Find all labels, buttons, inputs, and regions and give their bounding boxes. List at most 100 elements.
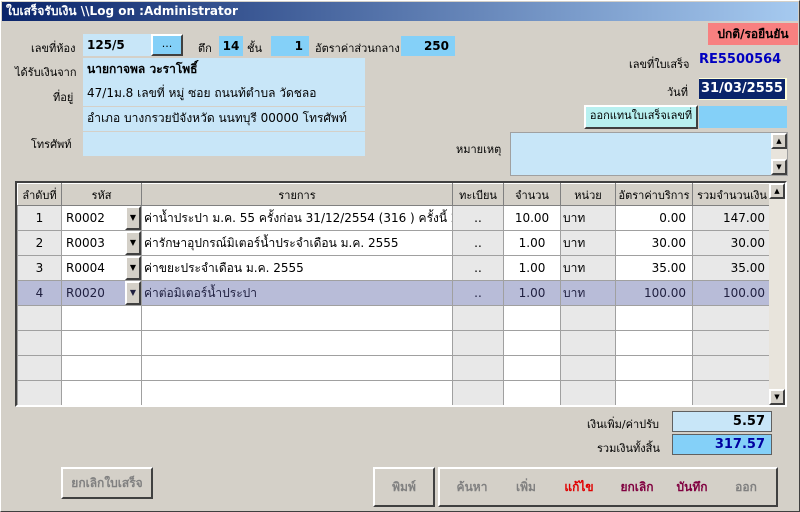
table-row-selected[interactable]: 4 R0020 ▼ ค่าต่อมิเตอร์น้ำประปา .. 1.00 บ… (17, 280, 772, 306)
phone-field[interactable] (83, 132, 365, 156)
remark-scrollbar[interactable]: ▲ ▼ (771, 133, 787, 175)
row-rate[interactable]: 0.00 (615, 205, 693, 231)
row-reg[interactable]: .. (452, 230, 504, 256)
address-label: ที่อยู่ (53, 91, 74, 104)
grid-header: ลำดับที่ รหัส รายการ ทะเบียน จำนวน หน่วย… (17, 183, 772, 206)
replace-receipt-button[interactable]: ออกแทนใบเสร็จเลขที่ (584, 105, 698, 129)
table-row-empty[interactable] (17, 355, 772, 381)
row-code-value: R0004 (66, 261, 105, 275)
cancel-receipt-button[interactable]: ยกเลิกใบเสร็จ (61, 467, 153, 499)
row-no: 3 (17, 255, 62, 281)
row-total: 147.00 (692, 205, 772, 231)
date-label: วันที่ (667, 86, 688, 99)
row-reg[interactable]: .. (452, 255, 504, 281)
grand-total-label: รวมเงินทั้งสิ้น (597, 442, 660, 455)
scroll-up-icon[interactable]: ▲ (769, 183, 785, 199)
row-desc[interactable]: ค่ารักษาอุปกรณ์มิเตอร์น้ำประจำเดือน ม.ค.… (141, 230, 453, 256)
col-desc[interactable]: รายการ (141, 183, 453, 206)
row-qty[interactable]: 1.00 (503, 230, 561, 256)
row-unit: บาท (560, 280, 616, 306)
address-line1-field[interactable]: 47/1ม.8 เลขที่ หมู่ ซอย ถนนท้ตำบล วัดชลอ (83, 82, 365, 106)
window-title: ใบเสร็จรับเงิน \\Log on :Administrator (2, 2, 798, 21)
table-row[interactable]: 1 R0002 ▼ ค่าน้ำประปา ม.ค. 55 ครั้งก่อน 3… (17, 205, 772, 231)
row-desc[interactable]: ค่าต่อมิเตอร์น้ำประปา (141, 280, 453, 306)
building-label: ตึก (198, 42, 212, 55)
dropdown-arrow-icon[interactable]: ▼ (125, 281, 141, 305)
received-from-field[interactable]: นายกาจพล วะราโพธิ์ (83, 58, 365, 82)
room-label: เลขที่ห้อง (31, 42, 76, 55)
grand-total-field: 317.57 (672, 434, 772, 455)
col-qty[interactable]: จำนวน (503, 183, 561, 206)
extra-label: เงินเพิ่ม/ค่าปรับ (587, 418, 660, 431)
received-from-label: ได้รับเงินจาก (15, 66, 77, 79)
col-unit[interactable]: หน่วย (560, 183, 616, 206)
row-rate[interactable]: 30.00 (615, 230, 693, 256)
row-desc[interactable]: ค่าน้ำประปา ม.ค. 55 ครั้งก่อน 31/12/2554… (141, 205, 453, 231)
row-no: 4 (17, 280, 62, 306)
floor-field[interactable]: 1 (271, 36, 309, 56)
items-grid: ลำดับที่ รหัส รายการ ทะเบียน จำนวน หน่วย… (15, 181, 787, 407)
extra-field[interactable]: 5.57 (672, 411, 772, 432)
common-fee-field[interactable]: 250 (401, 36, 455, 56)
row-desc[interactable]: ค่าขยะประจำเดือน ม.ค. 2555 (141, 255, 453, 281)
exit-button[interactable]: ออก (722, 469, 770, 505)
row-code[interactable]: R0002 ▼ (61, 205, 142, 231)
receipt-window: ใบเสร็จรับเงิน \\Log on :Administrator ป… (0, 0, 800, 512)
status-badge: ปกติ/รอยืนยัน (708, 23, 798, 45)
date-field[interactable]: 31/03/2555 (699, 79, 785, 99)
remark-label: หมายเหตุ (456, 143, 502, 156)
receipt-no-label: เลขที่ใบเสร็จ (629, 58, 690, 71)
save-button[interactable]: บันทึก (666, 469, 718, 505)
floor-label: ชั้น (247, 42, 262, 55)
row-total: 35.00 (692, 255, 772, 281)
row-code[interactable]: R0020 ▼ (61, 280, 142, 306)
row-code[interactable]: R0003 ▼ (61, 230, 142, 256)
table-row[interactable]: 3 R0004 ▼ ค่าขยะประจำเดือน ม.ค. 2555 .. 1… (17, 255, 772, 281)
table-row-empty[interactable] (17, 330, 772, 356)
row-unit: บาท (560, 255, 616, 281)
table-row[interactable]: 2 R0003 ▼ ค่ารักษาอุปกรณ์มิเตอร์น้ำประจำเ… (17, 230, 772, 256)
table-row-empty[interactable] (17, 380, 772, 405)
row-reg[interactable]: .. (452, 280, 504, 306)
date-field-bg: 31/03/2555 (699, 78, 787, 100)
search-button[interactable]: ค้นหา (448, 469, 496, 505)
edit-button[interactable]: แก้ไข (554, 469, 604, 505)
scroll-down-icon[interactable]: ▼ (771, 159, 787, 175)
col-total[interactable]: รวมจำนวนเงิน (692, 183, 772, 206)
address-line2-field[interactable]: อำเภอ บางกรวยปัจังหวัด นนทบุรี 00000 โทร… (83, 107, 365, 131)
building-field[interactable]: 14 (219, 36, 243, 56)
row-qty[interactable]: 10.00 (503, 205, 561, 231)
row-qty[interactable]: 1.00 (503, 255, 561, 281)
row-reg[interactable]: .. (452, 205, 504, 231)
remark-field[interactable]: ▲ ▼ (510, 132, 788, 176)
row-qty[interactable]: 1.00 (503, 280, 561, 306)
scroll-up-icon[interactable]: ▲ (771, 133, 787, 149)
col-code[interactable]: รหัส (61, 183, 142, 206)
dropdown-arrow-icon[interactable]: ▼ (125, 231, 141, 255)
dropdown-arrow-icon[interactable]: ▼ (125, 256, 141, 280)
room-field[interactable]: 125/5 (83, 34, 151, 56)
cancel-button[interactable]: ยกเลิก (610, 469, 664, 505)
col-rate[interactable]: อัตราค่าบริการ (615, 183, 693, 206)
row-no: 2 (17, 230, 62, 256)
scroll-down-icon[interactable]: ▼ (769, 389, 785, 405)
row-code[interactable]: R0004 ▼ (61, 255, 142, 281)
row-total: 30.00 (692, 230, 772, 256)
common-fee-label: อัตราค่าส่วนกลาง (315, 42, 400, 55)
table-row-empty[interactable] (17, 305, 772, 331)
room-lookup-button[interactable]: ... (151, 34, 183, 56)
grid-scrollbar[interactable]: ▲ ▼ (769, 183, 785, 405)
row-total: 100.00 (692, 280, 772, 306)
row-rate[interactable]: 35.00 (615, 255, 693, 281)
receipt-no-value: RE5500564 (699, 52, 782, 67)
col-reg[interactable]: ทะเบียน (452, 183, 504, 206)
row-code-value: R0003 (66, 236, 105, 250)
dropdown-arrow-icon[interactable]: ▼ (125, 206, 141, 230)
print-button[interactable]: พิมพ์ (373, 467, 435, 507)
row-code-value: R0020 (66, 286, 105, 300)
add-button[interactable]: เพิ่ม (502, 469, 550, 505)
row-rate[interactable]: 100.00 (615, 280, 693, 306)
phone-label: โทรศัพท์ (31, 138, 72, 151)
replace-receipt-field[interactable] (699, 106, 787, 128)
col-no[interactable]: ลำดับที่ (17, 183, 62, 206)
